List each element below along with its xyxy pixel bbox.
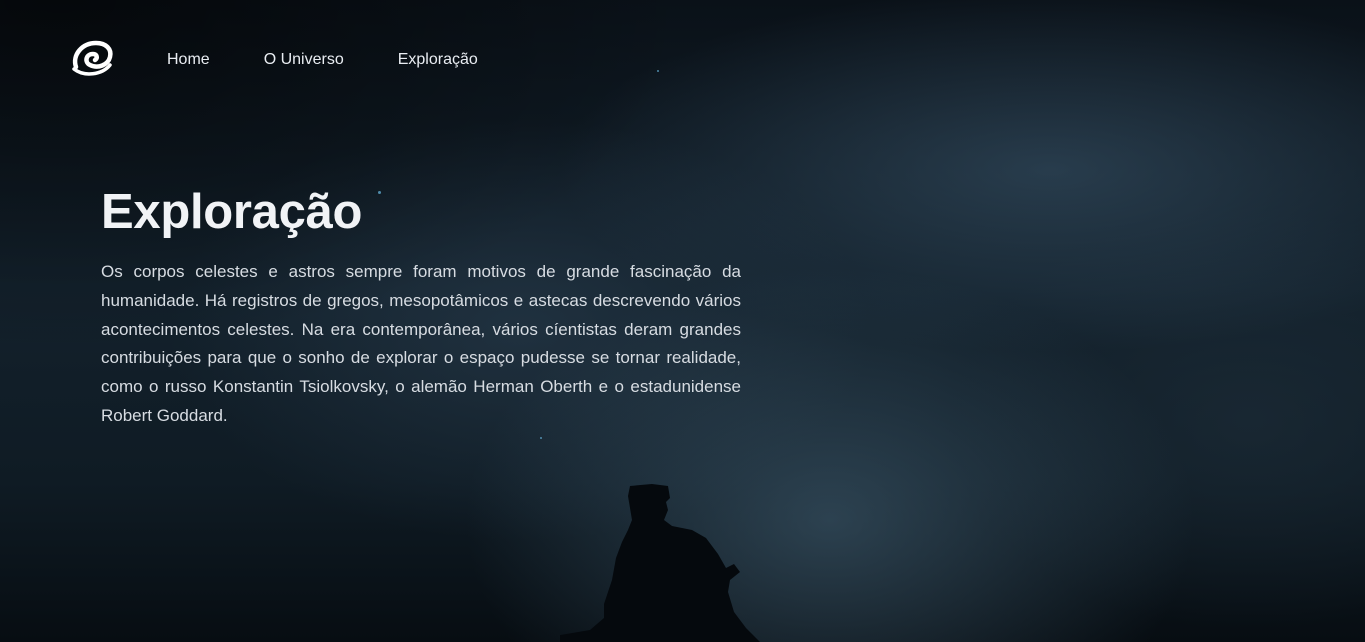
navbar: Home O Universo Exploração (0, 0, 1365, 120)
nav-link-exploracao[interactable]: Exploração (398, 51, 478, 69)
star (540, 437, 542, 439)
page-title: Exploração (101, 185, 363, 239)
seated-person-silhouette (560, 484, 760, 642)
swirl-logo-icon[interactable] (70, 39, 114, 79)
nav-link-o-universo[interactable]: O Universo (264, 51, 344, 69)
intro-paragraph: Os corpos celestes e astros sempre foram… (101, 262, 741, 425)
main-content: Exploração Os corpos celestes e astros s… (101, 184, 741, 431)
nav-link-home[interactable]: Home (167, 51, 210, 69)
